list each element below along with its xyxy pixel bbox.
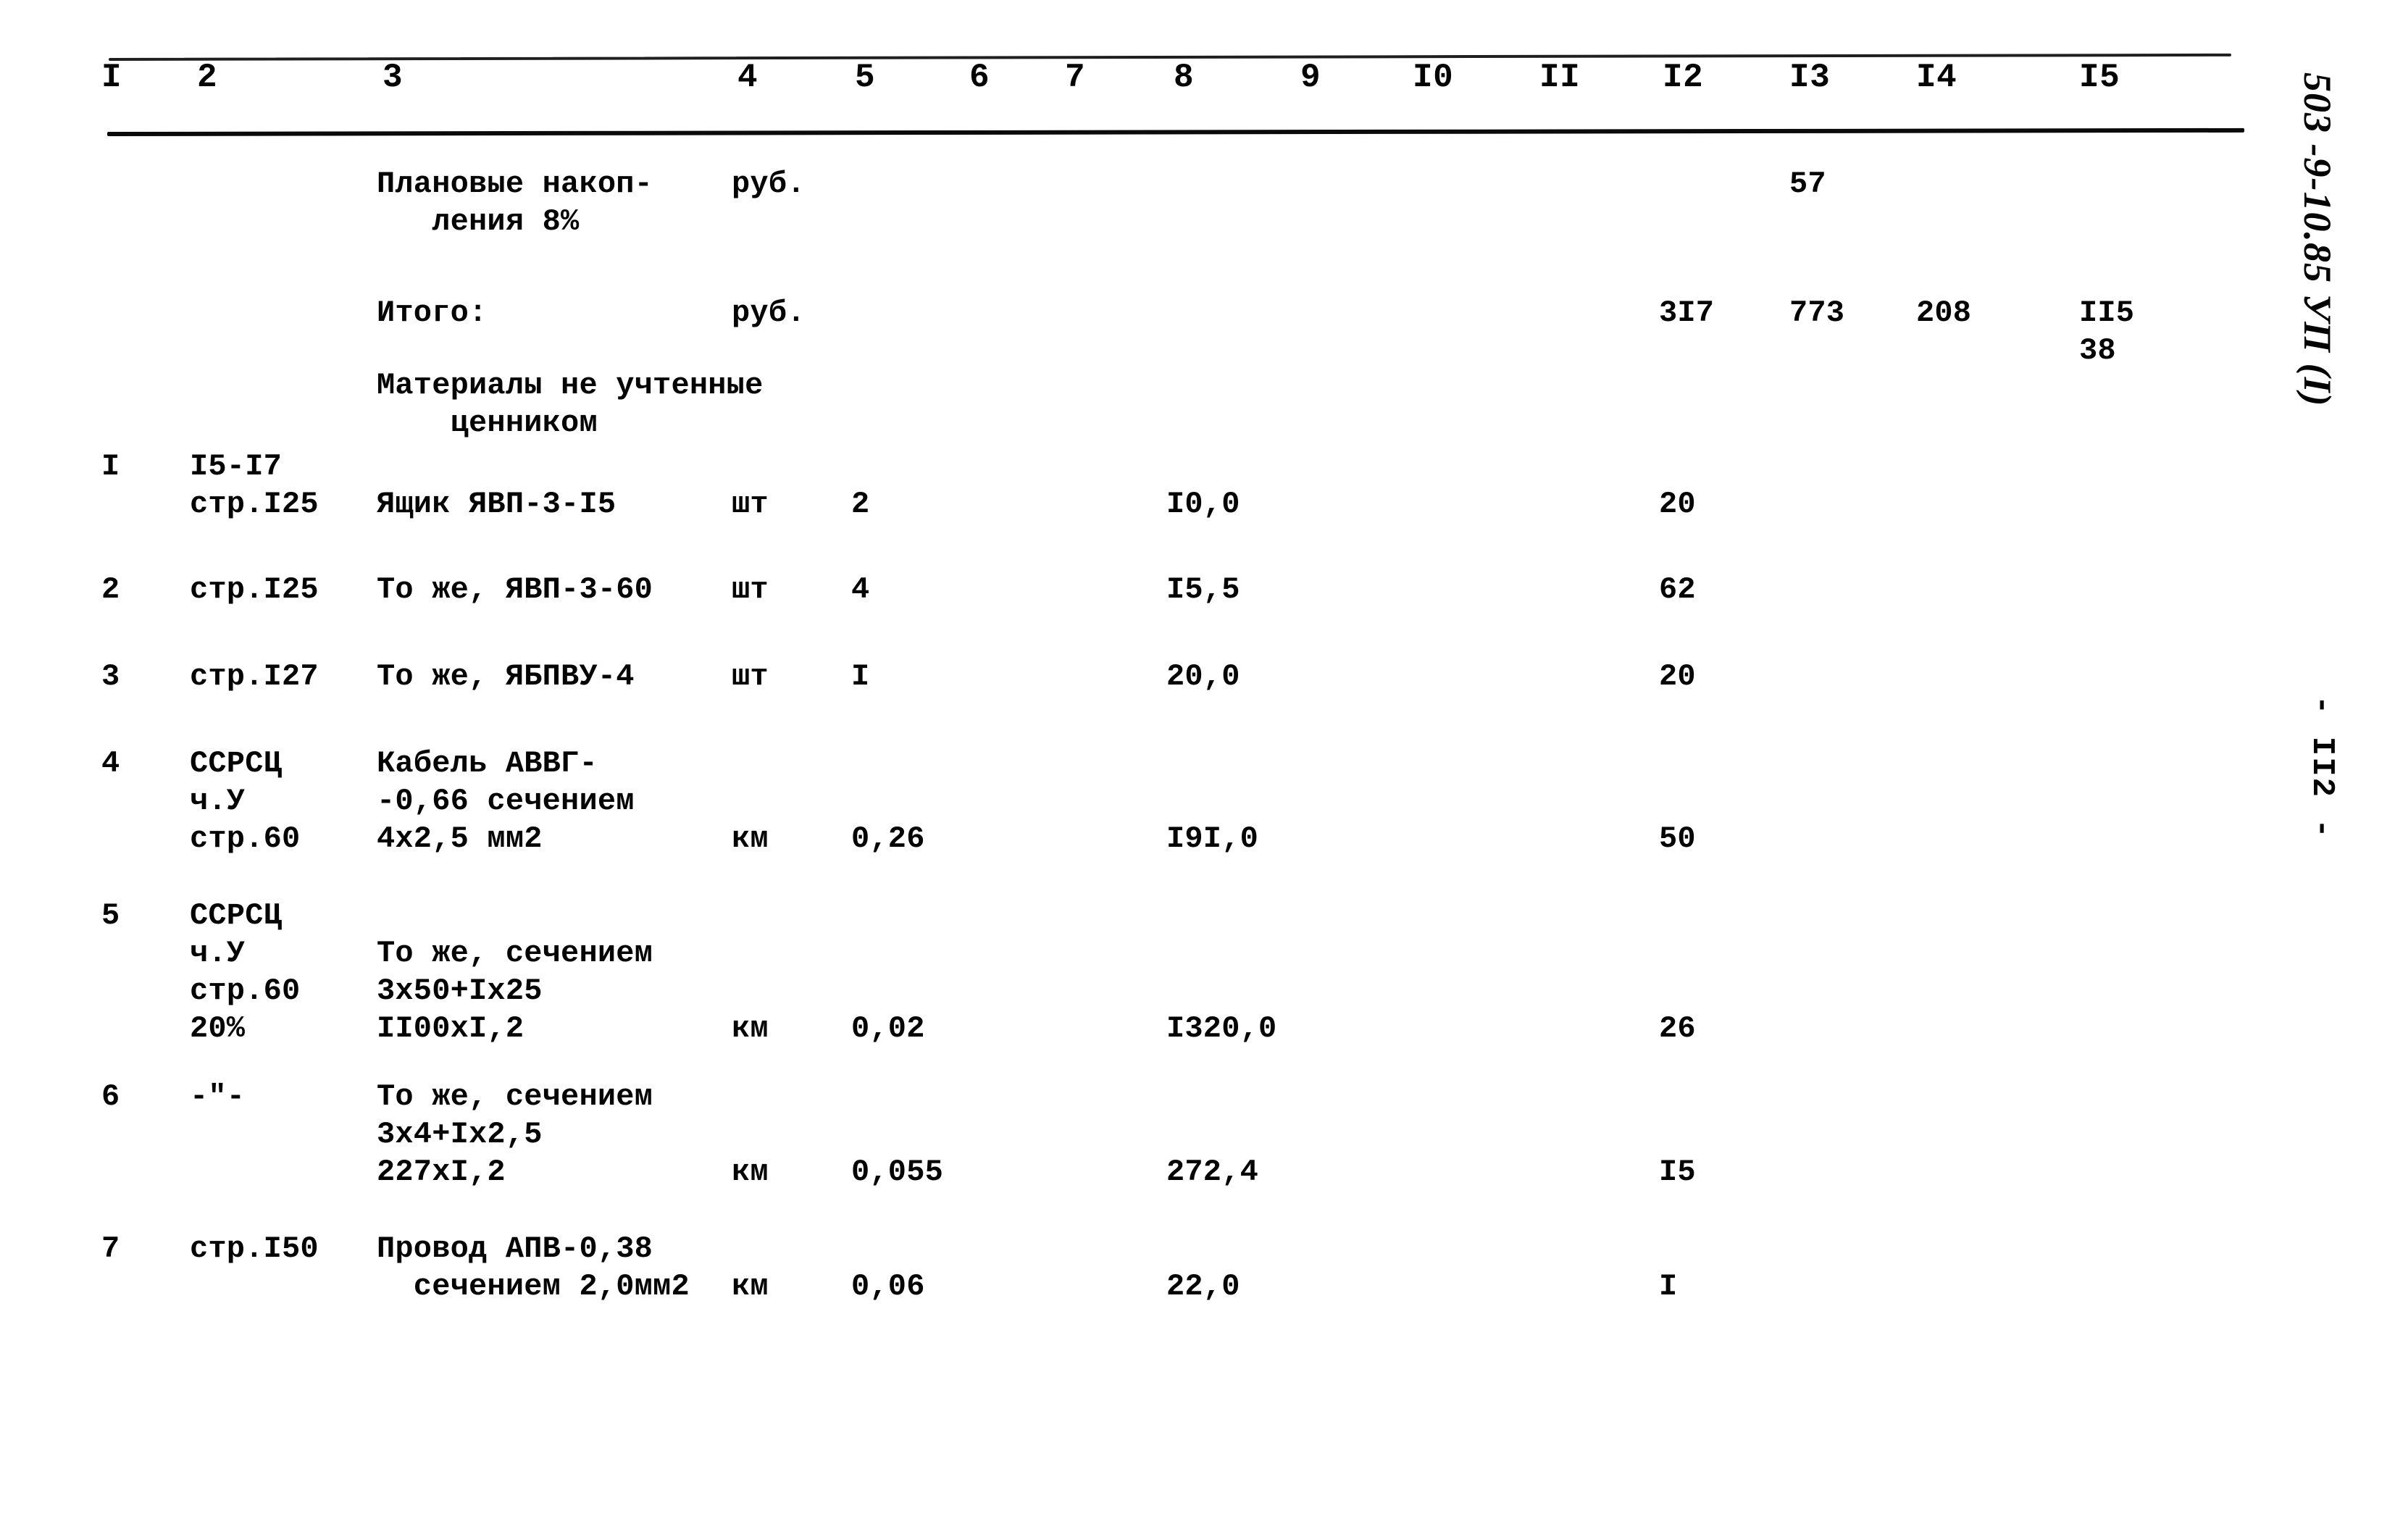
column-header-7: 7 [1065,59,1086,96]
table-cell-col1: 4 [101,746,120,781]
table-row: Плановые накоп- ления 8% руб. 57 [0,165,2246,294]
table-cell-col12: I5 [1659,1155,1696,1189]
table-cell-col8: 22,0 [1166,1269,1240,1304]
column-header-6: 6 [969,59,990,96]
table-row: 2 стр.I25 То же, ЯВП-3-60 шт 4 I5,5 62 [0,571,2246,658]
document-page: I 2 3 4 5 6 7 8 9 I0 II I2 I3 I4 I5 Плановые накоп- ле… [0,0,2395,1540]
table-cell-col3: То же, ЯВП-3-60 [377,572,653,607]
table-cell-col3: Итого: [377,296,488,330]
header-rule-bottom [106,127,2245,136]
table-cell-col12: 3I7 [1659,296,1715,330]
table-cell-col3: То же, сечением 3x50+Ix25 II00xI,2 [377,936,653,1046]
column-header-5: 5 [855,59,876,96]
table-cell-col12: 62 [1659,572,1696,607]
table-cell-col8: I5,5 [1166,572,1240,607]
table-cell-col3: Материалы не учтенные ценником [377,368,764,440]
column-header-4: 4 [737,59,758,96]
table-cell-col12: 50 [1659,821,1696,856]
table-cell-col1: 5 [101,898,120,933]
margin-document-code: 503 -9-10.85 УП (I) [2296,72,2339,407]
table-cell-col12: 26 [1659,1011,1696,1046]
table-cell-col8: 20,0 [1166,659,1240,694]
table-cell-col2: I5-I7 стр.I25 [190,449,319,522]
table-cell-col8: I320,0 [1166,1011,1277,1046]
table-cell-col5: 2 [851,487,870,522]
table-row: 4 ССРСЦ ч.У стр.60 Кабель АВВГ- -0,66 сече… [0,745,2246,897]
table-cell-col13: 57 [1789,167,1826,201]
table-cell-col8: I0,0 [1166,487,1240,522]
column-header-3: 3 [383,59,404,96]
table-cell-col4: руб. [732,167,806,201]
table-row: Итого: руб. 3I7 773 208 II5 38 [0,294,2246,368]
table-cell-col2: ССРСЦ ч.У стр.60 [190,746,301,856]
table-cell-col5: 4 [851,572,870,607]
table-cell-col3: То же, сечением 3x4+Ix2,5 227xI,2 [377,1079,653,1189]
table-cell-col8: I9I,0 [1166,821,1259,856]
table-cell-col4: км [732,1155,769,1189]
table-cell-col12: 20 [1659,487,1696,522]
column-header-13: I3 [1789,59,1831,96]
table-cell-col3: Ящик ЯВП-3-I5 [377,487,616,522]
table-cell-col2: стр.I50 [190,1231,319,1266]
table-cell-col5: 0,02 [851,1011,925,1046]
table-cell-col4: шт [732,487,769,522]
column-header-14: I4 [1916,59,1957,96]
table-cell-col3: Плановые накоп- ления 8% [377,167,653,239]
table-cell-col2: стр.I27 [190,659,319,694]
column-header-15: I5 [2079,59,2120,96]
table-cell-col1: I [101,449,120,484]
table-cell-col3: Кабель АВВГ- -0,66 сечением 4x2,5 мм2 [377,746,635,856]
column-header-10: I0 [1413,59,1454,96]
table-cell-col2: стр.I25 [190,572,319,607]
table-cell-col5: 0,26 [851,821,925,856]
table-cell-col4: км [732,821,769,856]
table-cell-col1: 2 [101,572,120,607]
table-cell-col3: То же, ЯБПВУ-4 [377,659,635,694]
table-cell-col2: ССРСЦ ч.У стр.60 20% [190,898,301,1046]
table-cell-col1: 6 [101,1079,120,1114]
table-cell-col5: 0,06 [851,1269,925,1304]
table-cell-col4: шт [732,659,769,694]
table-row: I I5-I7 стр.I25 Ящик ЯВП-3-I5 шт 2 I0,0 2… [0,448,2246,571]
table-row: Материалы не учтенные ценником [0,367,2246,448]
column-header-9: 9 [1300,59,1321,96]
table-row: 6 -"- То же, сечением 3x4+Ix2,5 227xI,2 км… [0,1078,2246,1230]
header-rule-top [108,53,2231,61]
table-cell-col4: руб. [732,296,806,330]
table-cell-col1: 7 [101,1231,120,1266]
column-header-2: 2 [197,59,218,96]
table-cell-col4: км [732,1011,769,1046]
table-cell-col1: 3 [101,659,120,694]
table-cell-col4: км [732,1269,769,1304]
table-cell-col5: I [851,659,870,694]
table-cell-col12: 20 [1659,659,1696,694]
column-header-8: 8 [1174,59,1195,96]
table-row: 3 стр.I27 То же, ЯБПВУ-4 шт I 20,0 20 [0,658,2246,745]
table-cell-col2: -"- [190,1079,246,1114]
table-cell-col14: 208 [1916,296,1972,330]
table-cell-col4: шт [732,572,769,607]
page-number: - II2 - [2304,695,2340,840]
table-cell-col13: 773 [1789,296,1845,330]
table-cell-col5: 0,055 [851,1155,944,1189]
table-row: 5 ССРСЦ ч.У стр.60 20% То же, сечением 3x… [0,897,2246,1078]
column-header-12: I2 [1663,59,1704,96]
column-header-11: II [1539,59,1581,96]
table-cell-col15: II5 38 [2079,296,2135,368]
column-header-1: I [101,59,122,96]
table-cell-col12: I [1659,1269,1678,1304]
table-row: 7 стр.I50 Провод АПВ-0,38 сечением 2,0мм2 … [0,1230,2246,1397]
table-cell-col3: Провод АПВ-0,38 сечением 2,0мм2 [377,1231,690,1304]
table-cell-col8: 272,4 [1166,1155,1259,1189]
